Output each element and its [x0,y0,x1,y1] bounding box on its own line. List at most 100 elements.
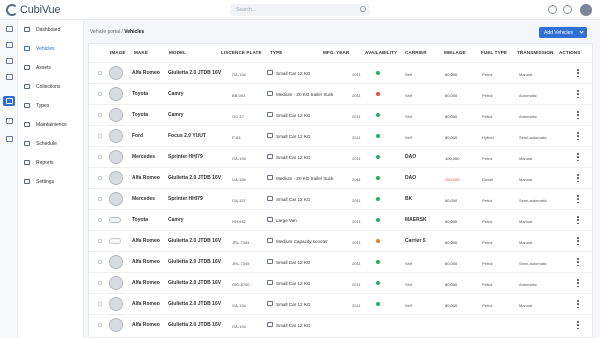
vehicle-image [109,238,121,244]
row-checkbox[interactable] [98,218,102,222]
sidebar-item-collections[interactable]: Collections [18,80,84,93]
search-input[interactable]: Search... [230,4,370,16]
cell-carrier: Self [405,260,412,266]
table-row[interactable]: Alfa Romeo Giulietta 2.0 JTDB 16V GA-154 Sm… [89,62,592,83]
table-row[interactable]: Mercedes Sprinter HHI79 GA-155 Small Car 12… [89,146,592,167]
vehicle-type-icon [267,175,273,180]
cell-mfg-year: 2011 [352,155,361,161]
add-vehicles-button[interactable]: Add Vehicles [539,27,587,38]
play-icon[interactable] [548,5,557,14]
cell-fuel-type: Petrol [482,281,493,287]
column-header-carrier[interactable]: CARRIER [405,50,427,55]
table-row[interactable]: Alfa Romeo Giulietta 2.0 JTDB 16V GA-154 Sm… [89,314,592,335]
row-actions-menu-icon[interactable] [577,195,579,203]
table-row[interactable]: Toyota Camry HH-942 Large Van 2011 MAERSK 60,0… [89,209,592,230]
sidebar-item-types[interactable]: Types [18,99,84,112]
cell-mfg-year: 2011 [352,134,361,140]
cell-fuel-type: Petrol [482,218,493,224]
column-header-plate[interactable]: LISCENCE PLATE [221,50,262,55]
cell-carrier: Self [405,134,412,140]
rail-users-icon[interactable] [3,72,15,82]
sidebar-item-maintainience[interactable]: Maintainience [18,118,84,131]
cell-type: Medium - 20 KG trailer truck [276,92,334,97]
sidebar-item-schedule[interactable]: Schedule [18,137,84,150]
vehicle-image [109,255,123,269]
row-actions-menu-icon[interactable] [577,279,579,287]
sidebar-item-settings[interactable]: Settings [18,175,84,188]
user-avatar[interactable] [580,4,592,16]
row-checkbox[interactable] [98,155,102,159]
users-icon [5,74,13,80]
cell-transmission: Automatic [519,281,537,287]
row-actions-menu-icon[interactable] [577,153,579,161]
vehicle-image [109,108,123,122]
vehicle-image [109,129,123,143]
table-row[interactable]: Alfa Romeo Giulietta 2.0 JTDB 16V JRL-7345… [89,251,592,272]
row-actions-menu-icon[interactable] [577,300,579,308]
row-actions-menu-icon[interactable] [577,216,579,224]
rail-grid-icon[interactable] [3,24,15,34]
row-checkbox[interactable] [98,260,102,264]
column-header-image[interactable]: IMAGE [110,50,126,55]
app-logo[interactable]: CubiVue [6,3,61,17]
cell-make: Alfa Romeo [132,301,160,307]
rail-list-icon[interactable] [3,40,15,50]
table-row[interactable]: Alfa Romeo Giulietta 2.0 JTDB 16V GA-156 Me… [89,167,592,188]
row-actions-menu-icon[interactable] [577,258,579,266]
row-checkbox[interactable] [98,92,102,96]
row-actions-menu-icon[interactable] [577,111,579,119]
column-header-fuel-type[interactable]: FUEL TYPE [481,50,507,55]
availability-status-dot [376,323,380,327]
table-row[interactable]: Toyota Camry GG-17 Small Car 12 KG 2011 Self 6… [89,104,592,125]
rail-vehicles-icon[interactable] [3,96,15,106]
table-row[interactable]: Mercedes Sprinter HHI79 GA-157 Small Car 12… [89,188,592,209]
row-checkbox[interactable] [98,323,102,327]
row-actions-menu-icon[interactable] [577,321,579,329]
table-row[interactable]: Ford Focus 2.0 YUUT P-65 Small Car 12 KG 201… [89,125,592,146]
sidebar-item-reports[interactable]: Reports [18,156,84,169]
cell-carrier: Self [405,113,412,119]
breadcrumb-parent[interactable]: Vehicle portal [90,29,120,35]
column-header-mielage[interactable]: MIELAGE [444,50,466,55]
cell-model: Focus 2.0 YUUT [168,133,206,139]
icon-rail [0,20,18,338]
column-header-type[interactable]: TYPE [270,50,282,55]
notification-bell-icon[interactable] [563,5,572,14]
vehicle-image [109,150,123,164]
cell-mfg-year: 2011 [352,260,361,266]
row-actions-menu-icon[interactable] [577,237,579,245]
row-actions-menu-icon[interactable] [577,90,579,98]
row-checkbox[interactable] [98,71,102,75]
row-checkbox[interactable] [98,302,102,306]
column-header-mfg-year[interactable]: MFG. YEAR [323,50,349,55]
vehicle-type-icon [267,301,273,306]
row-checkbox[interactable] [98,134,102,138]
vehicle-image [109,87,123,101]
column-header-availability[interactable]: AVAILABILITY [365,50,397,55]
row-checkbox[interactable] [98,113,102,117]
table-row[interactable]: Toyota Camry BB-003 Medium - 20 KG trailer … [89,83,592,104]
row-checkbox[interactable] [98,197,102,201]
column-header-transmission[interactable]: TRANSMISSION [517,50,553,55]
sidebar-item-dashboard[interactable]: Dashboard [18,23,84,36]
column-header-make[interactable]: MAKE [134,50,148,55]
cell-transmission: Semi-automatic [519,134,547,140]
row-checkbox[interactable] [98,176,102,180]
row-actions-menu-icon[interactable] [577,132,579,140]
sidebar-item-label: Reports [36,159,54,166]
cell-mfg-year: 2011 [352,218,361,224]
rail-chat-icon[interactable] [3,116,15,126]
row-actions-menu-icon[interactable] [577,69,579,77]
table-row[interactable]: Alfa Romeo Giulietta 2.0 JTDB 16V GIO-8760… [89,272,592,293]
rail-settings-icon[interactable] [3,134,15,144]
column-header-model[interactable]: MODEL [169,50,186,55]
row-checkbox[interactable] [98,239,102,243]
rail-box-icon[interactable] [3,56,15,66]
cell-fuel-type: Diesel [482,176,494,182]
sidebar-item-assets[interactable]: Assets [18,61,84,74]
row-checkbox[interactable] [98,281,102,285]
sidebar-item-vehicles[interactable]: Vehicles [18,42,84,55]
table-row[interactable]: Alfa Romeo Giulietta 2.0 JTDB 16V JRL-7384… [89,230,592,251]
table-row[interactable]: Alfa Romeo Giulietta 2.0 JTDB 16V GA-154 Sm… [89,293,592,314]
row-actions-menu-icon[interactable] [577,174,579,182]
